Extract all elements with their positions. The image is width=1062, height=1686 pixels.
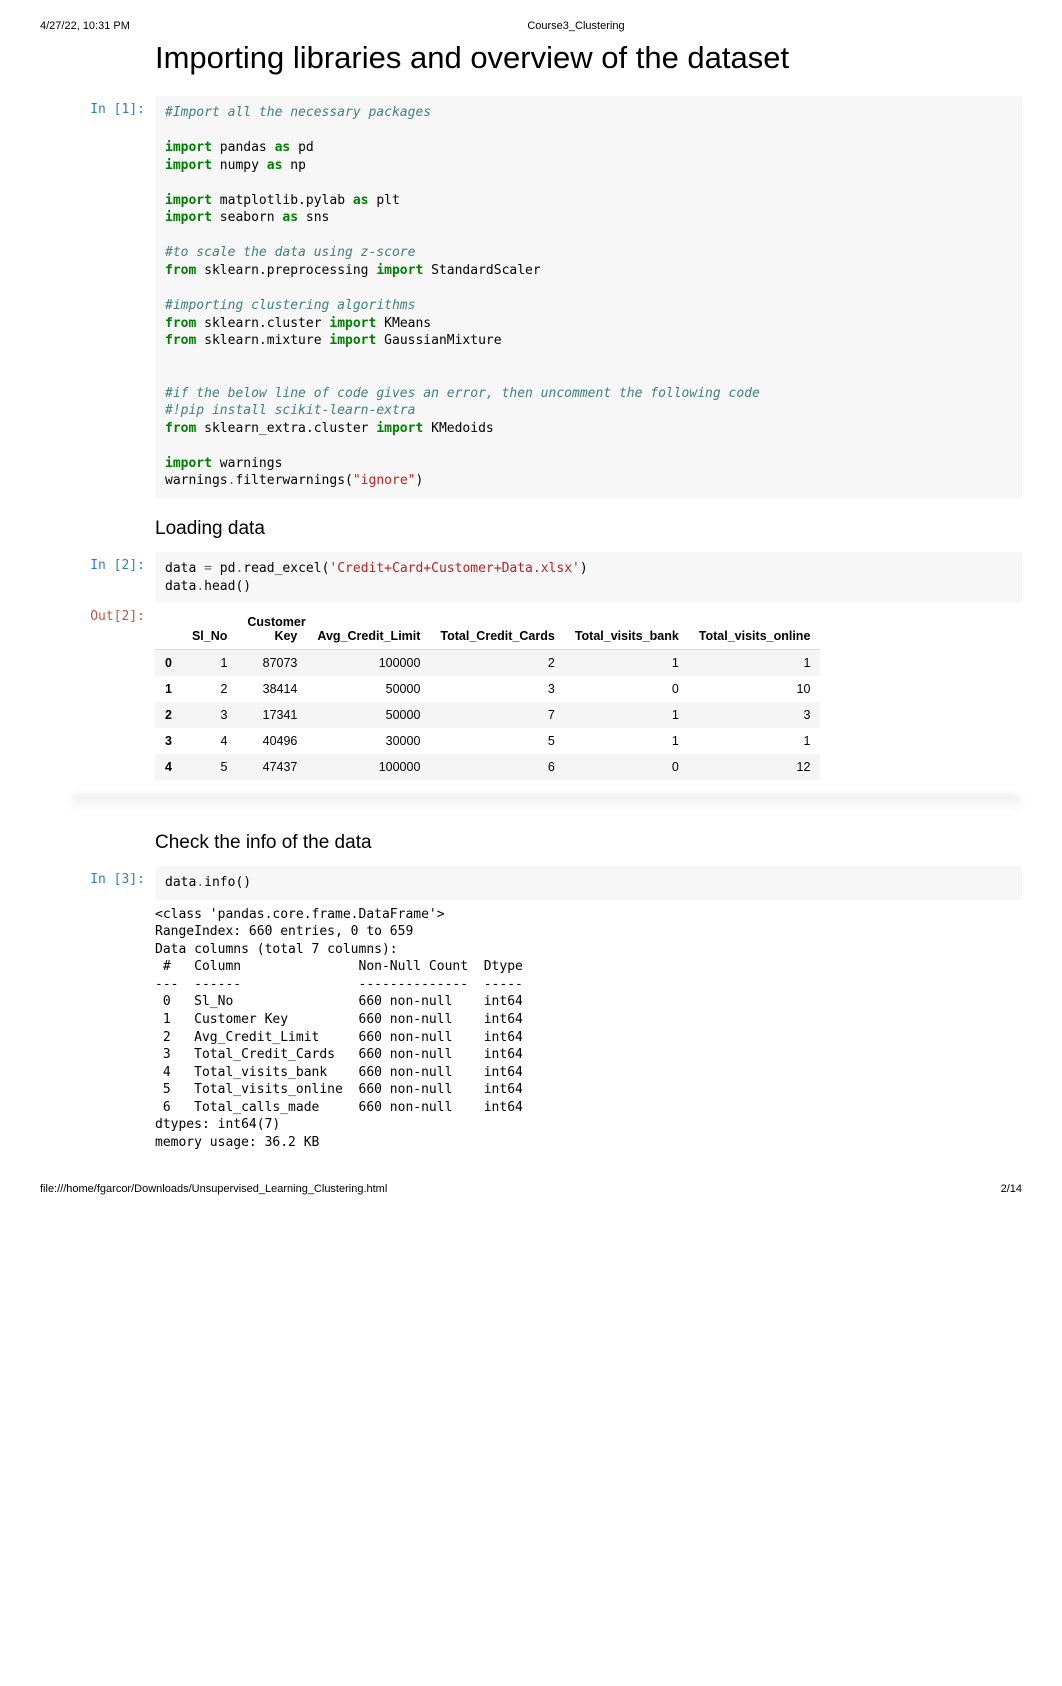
code-cell-1: In [1]: #Import all the necessary packag… bbox=[40, 96, 1022, 498]
table-cell: 17341 bbox=[237, 702, 307, 728]
heading-check-info: Check the info of the data bbox=[40, 832, 1022, 854]
table-cell: 1 bbox=[689, 650, 821, 677]
table-cell: 3 bbox=[182, 702, 237, 728]
table-cell: 40496 bbox=[237, 728, 307, 754]
table-cell: 6 bbox=[430, 754, 564, 780]
table-header bbox=[155, 609, 182, 650]
table-cell: 38414 bbox=[237, 676, 307, 702]
table-cell: 100000 bbox=[307, 650, 430, 677]
table-cell: 3 bbox=[689, 702, 821, 728]
output-prompt-empty bbox=[40, 900, 155, 1158]
table-row: 344049630000511 bbox=[155, 728, 820, 754]
table-header-row: Sl_No Customer Key Avg_Credit_Limit Tota… bbox=[155, 609, 820, 650]
table-cell: 1 bbox=[565, 650, 689, 677]
table-header: Total_visits_online bbox=[689, 609, 821, 650]
table-row: 0187073100000211 bbox=[155, 650, 820, 677]
table-cell: 7 bbox=[430, 702, 564, 728]
table-cell: 1 bbox=[182, 650, 237, 677]
code-block: data.info() bbox=[155, 866, 1022, 900]
code-block: #Import all the necessary packages impor… bbox=[155, 96, 1022, 498]
info-output: <class 'pandas.core.frame.DataFrame'> Ra… bbox=[155, 900, 1022, 1158]
row-index: 1 bbox=[155, 676, 182, 702]
code-block: data = pd.read_excel('Credit+Card+Custom… bbox=[155, 552, 1022, 603]
table-header: Customer Key bbox=[237, 609, 307, 650]
table-cell: 50000 bbox=[307, 702, 430, 728]
table-cell: 2 bbox=[182, 676, 237, 702]
table-cell: 12 bbox=[689, 754, 821, 780]
table-cell: 0 bbox=[565, 754, 689, 780]
table-cell: 5 bbox=[182, 754, 237, 780]
output-cell-2: Out[2]: Sl_No Customer Key Avg_Credit_Li… bbox=[40, 603, 1022, 784]
table-cell: 47437 bbox=[237, 754, 307, 780]
row-index: 0 bbox=[155, 650, 182, 677]
table-cell: 1 bbox=[689, 728, 821, 754]
print-header: 4/27/22, 10:31 PM Course3_Clustering bbox=[40, 20, 1022, 32]
table-cell: 3 bbox=[430, 676, 564, 702]
code-cell-3: In [3]: data.info() bbox=[40, 866, 1022, 900]
preview-blur bbox=[70, 794, 1022, 812]
table-header: Sl_No bbox=[182, 609, 237, 650]
table-header: Avg_Credit_Limit bbox=[307, 609, 430, 650]
output-prompt: Out[2]: bbox=[40, 603, 155, 784]
table-cell: 1 bbox=[565, 728, 689, 754]
table-header: Total_Credit_Cards bbox=[430, 609, 564, 650]
table-cell: 10 bbox=[689, 676, 821, 702]
input-prompt: In [1]: bbox=[40, 96, 155, 498]
row-index: 4 bbox=[155, 754, 182, 780]
row-index: 3 bbox=[155, 728, 182, 754]
code-cell-2: In [2]: data = pd.read_excel('Credit+Car… bbox=[40, 552, 1022, 603]
input-prompt: In [3]: bbox=[40, 866, 155, 900]
heading-loading-data: Loading data bbox=[40, 518, 1022, 540]
page-number: 2/14 bbox=[1001, 1183, 1022, 1195]
table-row: 45474371000006012 bbox=[155, 754, 820, 780]
print-date: 4/27/22, 10:31 PM bbox=[40, 20, 130, 32]
print-footer: file:///home/fgarcor/Downloads/Unsupervi… bbox=[40, 1183, 1022, 1195]
table-cell: 2 bbox=[430, 650, 564, 677]
table-cell: 4 bbox=[182, 728, 237, 754]
table-cell: 0 bbox=[565, 676, 689, 702]
row-index: 2 bbox=[155, 702, 182, 728]
print-path: file:///home/fgarcor/Downloads/Unsupervi… bbox=[40, 1183, 387, 1195]
print-title: Course3_Clustering bbox=[527, 20, 624, 32]
table-row: 231734150000713 bbox=[155, 702, 820, 728]
page-title: Importing libraries and overview of the … bbox=[40, 40, 1022, 76]
input-prompt: In [2]: bbox=[40, 552, 155, 603]
table-cell: 100000 bbox=[307, 754, 430, 780]
table-cell: 30000 bbox=[307, 728, 430, 754]
table-header: Total_visits_bank bbox=[565, 609, 689, 650]
table-cell: 50000 bbox=[307, 676, 430, 702]
output-cell-3: <class 'pandas.core.frame.DataFrame'> Ra… bbox=[40, 900, 1022, 1158]
table-cell: 5 bbox=[430, 728, 564, 754]
table-row: 1238414500003010 bbox=[155, 676, 820, 702]
table-cell: 1 bbox=[565, 702, 689, 728]
table-cell: 87073 bbox=[237, 650, 307, 677]
dataframe-table: Sl_No Customer Key Avg_Credit_Limit Tota… bbox=[155, 609, 820, 780]
